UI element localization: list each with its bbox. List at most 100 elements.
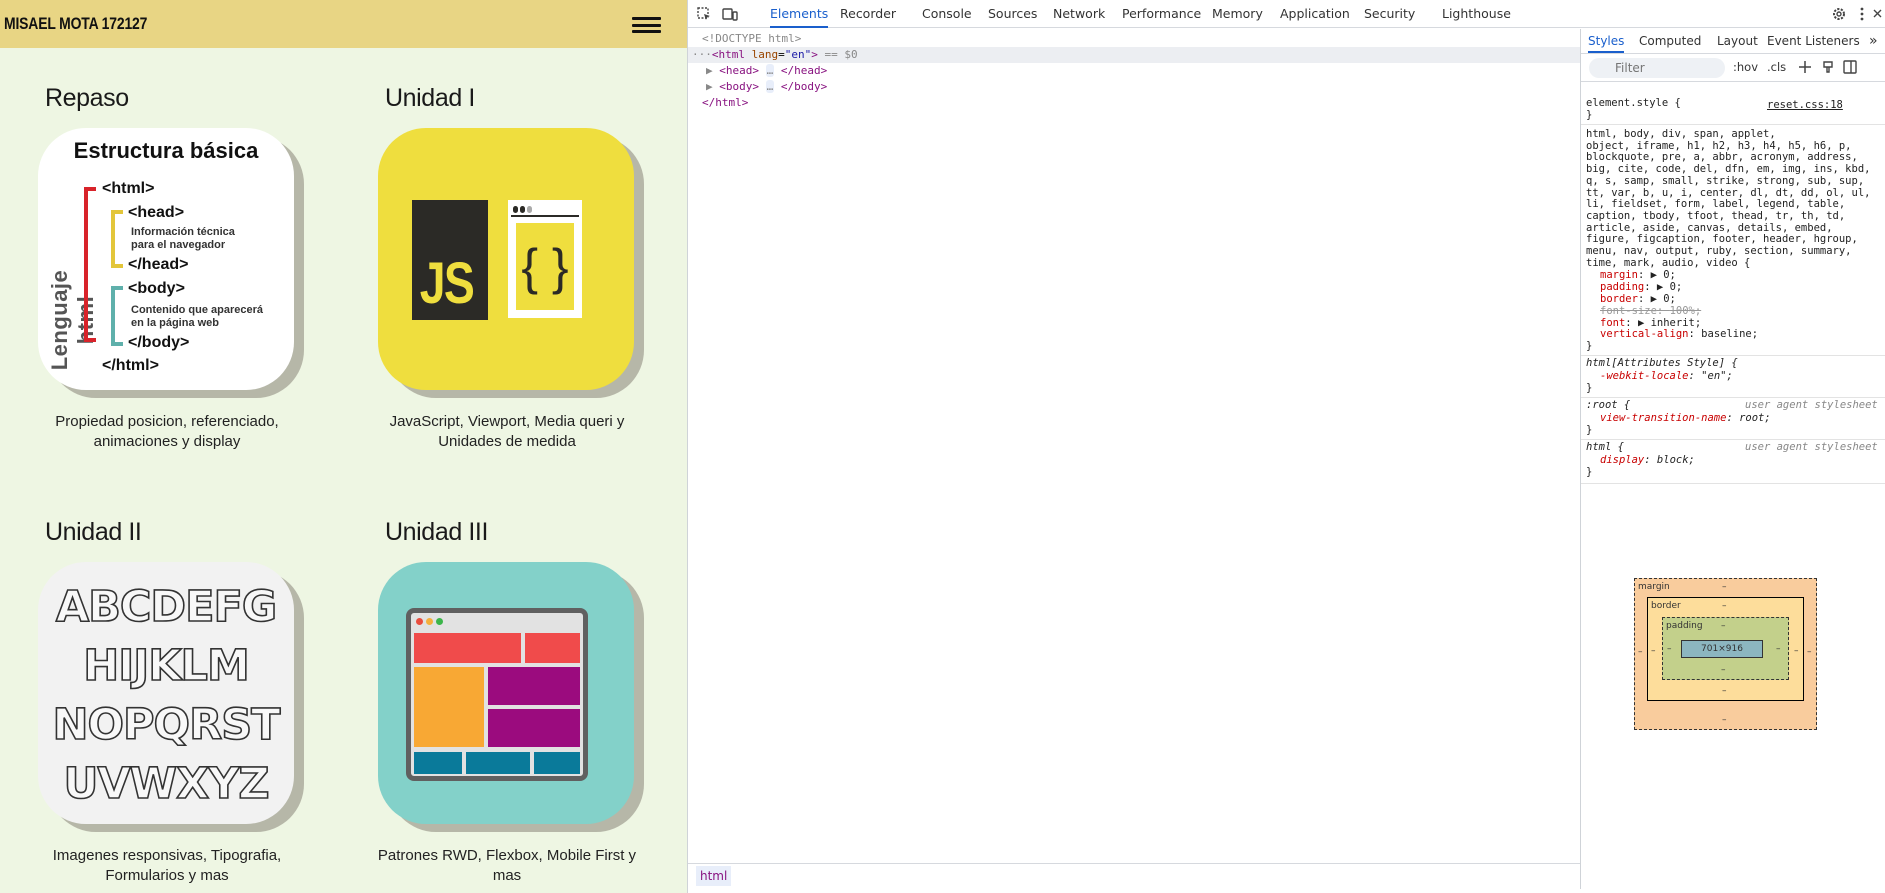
card-heading: Unidad I xyxy=(385,84,475,112)
root-prop[interactable]: view-transition-name: root; xyxy=(1600,412,1771,425)
breadcrumb: html xyxy=(688,863,1580,888)
styles-tabs: Styles Computed Layout Event Listeners » xyxy=(1581,29,1885,54)
bm-dash: – xyxy=(1722,582,1727,592)
tab-styles[interactable]: Styles xyxy=(1588,29,1625,53)
dom-head-node[interactable]: ▶ <head> … </head> xyxy=(688,63,1580,79)
reset-css-source-link[interactable]: reset.css:18 xyxy=(1767,99,1843,112)
tab-elements[interactable]: Elements xyxy=(770,0,829,28)
tab-memory[interactable]: Memory xyxy=(1212,0,1263,28)
toggle-sidebar-icon[interactable] xyxy=(1843,60,1857,74)
browser-layout-icon xyxy=(406,608,588,781)
html-ua-rule[interactable]: html { xyxy=(1586,441,1624,454)
html-structure-tile[interactable]: Estructura básica Lenguaje html <html> <… xyxy=(38,128,294,390)
reset-prop-font-size-overridden[interactable]: font-size: 100%; xyxy=(1600,305,1701,318)
bm-dash: – xyxy=(1651,646,1656,656)
card-heading: Repaso xyxy=(45,84,129,112)
bm-dash: – xyxy=(1638,647,1643,657)
reset-prop-vertical-align[interactable]: vertical-align: baseline; xyxy=(1600,328,1758,341)
reset-prop-margin[interactable]: margin: ▶ 0; xyxy=(1600,269,1676,282)
dom-body-node[interactable]: ▶ <body> … </body> xyxy=(688,79,1580,95)
card-description: Propiedad posicion, referenciado, animac… xyxy=(55,413,279,450)
bm-border-label: border xyxy=(1651,601,1681,611)
cls-toggle[interactable]: .cls xyxy=(1767,60,1786,74)
card-description: Patrones RWD, Flexbox, Mobile First y ma… xyxy=(377,847,637,884)
devtools-panel: Elements Recorder Console Sources Networ… xyxy=(687,0,1885,893)
bm-dash: – xyxy=(1667,644,1672,654)
bm-margin-label: margin xyxy=(1638,582,1670,592)
alphabet-row: UVWXYZ xyxy=(63,758,271,810)
element-state-icon[interactable] xyxy=(1821,60,1835,74)
styles-filter-input[interactable] xyxy=(1589,58,1725,78)
javascript-tile[interactable]: JS { } xyxy=(378,128,634,390)
tile-heading: Estructura básica xyxy=(73,138,259,163)
reset-prop-padding[interactable]: padding: ▶ 0; xyxy=(1600,281,1682,294)
tab-security[interactable]: Security xyxy=(1364,0,1415,28)
alphabet-row: NOPQRST xyxy=(52,699,282,751)
more-options-icon[interactable] xyxy=(1854,6,1870,22)
rule-close: } xyxy=(1586,340,1593,352)
dom-doctype[interactable]: <!DOCTYPE html> xyxy=(688,31,1580,47)
alphabet-row: ABCDEFG xyxy=(55,581,278,633)
card-unidad-2: Unidad II ABCDEFG HIJKLM NOPQRST UVWXYZ … xyxy=(38,517,338,886)
breadcrumb-html[interactable]: html xyxy=(696,866,732,886)
more-tabs-icon[interactable]: » xyxy=(1869,29,1878,53)
layout-tile[interactable] xyxy=(378,562,634,824)
card-unidad-1: Unidad I JS { } JavaScript, Viewport, Me… xyxy=(378,83,678,452)
bm-dash: – xyxy=(1721,665,1726,675)
tab-performance[interactable]: Performance xyxy=(1122,0,1201,28)
inspect-element-icon[interactable] xyxy=(696,6,712,22)
code-body-text-2: en la página web xyxy=(131,317,220,329)
tab-recorder[interactable]: Recorder xyxy=(840,0,896,28)
code-head-close: </head> xyxy=(128,256,189,273)
root-rule[interactable]: :root { xyxy=(1586,399,1630,412)
code-body-close: </body> xyxy=(128,334,190,351)
settings-gear-icon[interactable] xyxy=(1831,6,1847,22)
dom-html-close: </html> xyxy=(702,96,749,109)
bm-dash: – xyxy=(1722,715,1727,725)
card-description: Imagenes responsivas, Tipografia, Formul… xyxy=(52,847,282,884)
code-head-text-1: Información técnica xyxy=(131,226,235,238)
devtools-toolbar: Elements Recorder Console Sources Networ… xyxy=(688,0,1885,28)
close-devtools-icon[interactable] xyxy=(1872,6,1882,22)
js-label: JS xyxy=(419,251,475,316)
curly-braces-window-icon: { } xyxy=(508,200,582,318)
website-viewport: MISAEL MOTA 172127 Repaso Estructura bás… xyxy=(0,0,687,893)
bm-dash: – xyxy=(1722,686,1727,696)
code-html-close: </html> xyxy=(102,357,159,374)
html-display-prop[interactable]: display: block; xyxy=(1600,454,1695,467)
site-header: MISAEL MOTA 172127 xyxy=(0,0,687,48)
card-heading: Unidad II xyxy=(45,518,142,546)
reset-prop-border[interactable]: border: ▶ 0; xyxy=(1600,293,1676,306)
bm-padding-box: padding – – – – 701×916 xyxy=(1662,617,1789,680)
card-unidad-3: Unidad III Patrones RWD, Flexbox, Mobile… xyxy=(378,517,678,886)
tab-network[interactable]: Network xyxy=(1053,0,1105,28)
box-model-diagram[interactable]: margin – – – – border – – – – padding – … xyxy=(1634,578,1817,730)
new-rule-icon[interactable] xyxy=(1798,60,1812,74)
attr-style-prop[interactable]: -webkit-locale: "en"; xyxy=(1600,370,1733,383)
alphabet-row: HIJKLM xyxy=(82,640,250,692)
html-bracket xyxy=(84,187,96,342)
tab-sources[interactable]: Sources xyxy=(988,0,1037,28)
code-head-text-2: para el navegador xyxy=(131,239,226,251)
bm-dash: – xyxy=(1794,646,1799,656)
typography-tile[interactable]: ABCDEFG HIJKLM NOPQRST UVWXYZ xyxy=(38,562,294,824)
dom-html-node[interactable]: ···<html lang="en"> == $0 xyxy=(688,47,1580,63)
attr-style-rule[interactable]: html[Attributes Style] { xyxy=(1586,357,1738,370)
tab-lighthouse[interactable]: Lighthouse xyxy=(1442,0,1511,28)
code-body-open: <body> xyxy=(128,280,185,297)
tab-console[interactable]: Console xyxy=(922,0,972,28)
hov-toggle[interactable]: :hov xyxy=(1733,60,1758,74)
tab-computed[interactable]: Computed xyxy=(1639,29,1701,53)
tab-layout[interactable]: Layout xyxy=(1717,29,1758,53)
element-style-rule[interactable]: element.style { } xyxy=(1586,97,1681,121)
device-toolbar-icon[interactable] xyxy=(722,6,738,22)
js-logo-icon: JS xyxy=(412,200,488,320)
tab-event-listeners[interactable]: Event Listeners xyxy=(1767,29,1860,53)
card-heading: Unidad III xyxy=(385,518,489,546)
hamburger-menu-icon[interactable] xyxy=(632,17,661,33)
reset-rule-selector[interactable]: html, body, div, span, applet, object, i… xyxy=(1586,128,1870,269)
site-title: MISAEL MOTA 172127 xyxy=(4,14,148,33)
code-html-open: <html> xyxy=(102,180,155,197)
tab-application[interactable]: Application xyxy=(1280,0,1350,28)
bm-dash: – xyxy=(1721,621,1726,631)
